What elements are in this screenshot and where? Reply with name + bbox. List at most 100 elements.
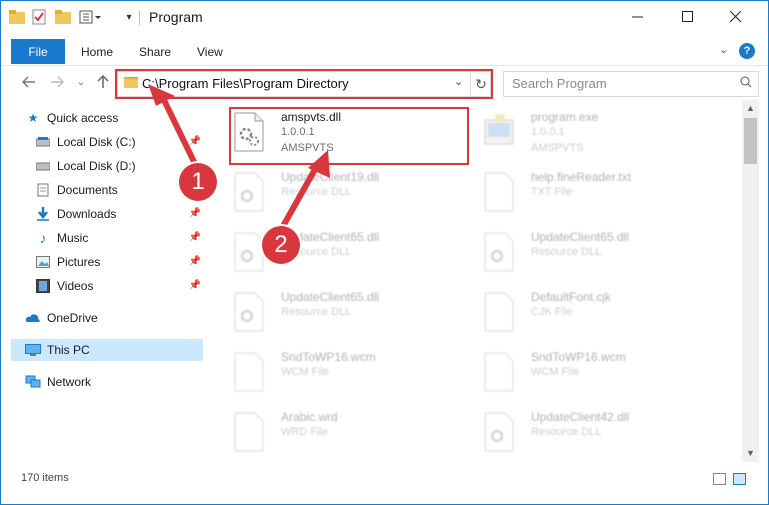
pin-icon: 📌: [188, 208, 201, 219]
title-separator: [139, 11, 140, 25]
details-view-icon[interactable]: [713, 473, 726, 485]
address-path: C:\Program Files\Program Directory: [142, 76, 349, 91]
sidebar-item-label: Documents: [57, 183, 118, 197]
sidebar-item-label: Quick access: [47, 111, 119, 125]
address-bar[interactable]: C:\Program Files\Program Directory ⌄ ↻: [117, 71, 491, 97]
pc-icon: [25, 343, 41, 357]
pin-icon: 📌: [188, 136, 201, 147]
dll-file-icon: [234, 172, 264, 212]
file-type: CJK File: [531, 306, 573, 318]
navigation-bar: ⌄ C:\Program Files\Program Directory ⌄ ↻…: [1, 65, 768, 100]
search-input[interactable]: Search Program: [503, 71, 759, 97]
sidebar-item-downloads[interactable]: Downloads 📌: [11, 203, 203, 225]
status-bar: 170 items: [1, 464, 768, 494]
recent-locations-icon[interactable]: ⌄: [71, 72, 91, 92]
forward-button[interactable]: [47, 72, 67, 92]
properties-icon[interactable]: [31, 9, 47, 25]
sidebar-item-music[interactable]: ♪ Music 📌: [11, 227, 203, 249]
navigation-pane: ★ Quick access Local Disk (C:) 📌 Local D…: [1, 100, 207, 462]
file-name: UpdateClient65.dll: [531, 230, 630, 244]
dll-file-icon: [234, 232, 264, 272]
cloud-icon: [25, 311, 41, 325]
file-item[interactable]: DefaultFont.cjk CJK File: [483, 288, 723, 346]
tab-file[interactable]: File: [11, 39, 65, 64]
sidebar-item-pictures[interactable]: Pictures 📌: [11, 251, 203, 273]
file-type: Resource DLL: [281, 306, 352, 318]
tab-view[interactable]: View: [197, 45, 223, 59]
sidebar-item-label: Local Disk (C:): [57, 135, 136, 149]
dll-file-icon: [234, 292, 264, 332]
file-name: DefaultFont.cjk: [531, 290, 612, 304]
sidebar-item-onedrive[interactable]: OneDrive: [11, 307, 203, 329]
sidebar-item-label: Videos: [57, 279, 94, 293]
file-item[interactable]: UpdateClient19.dll Resource DLL: [233, 168, 473, 226]
search-placeholder: Search Program: [512, 76, 607, 91]
file-item[interactable]: UpdateClient65.dll Resource DLL: [483, 228, 723, 286]
chevron-down-icon[interactable]: ⌄: [719, 43, 728, 56]
file-name: UpdateClient65.dll: [281, 290, 380, 304]
file-type: WCM File: [531, 366, 580, 378]
sidebar-item-label: Music: [57, 231, 89, 245]
file-item[interactable]: SndToWP16.wcm WCM File: [233, 348, 473, 406]
scroll-up-icon[interactable]: ▲: [746, 103, 755, 113]
refresh-icon[interactable]: ↻: [470, 72, 491, 96]
sidebar-item-documents[interactable]: Documents: [11, 179, 203, 201]
file-name: Arabic.wrd: [281, 410, 338, 424]
star-icon: ★: [27, 111, 39, 125]
file-version: 1.0.0.1: [531, 126, 565, 138]
new-folder-icon[interactable]: [55, 9, 71, 25]
sidebar-item-videos[interactable]: Videos 📌: [11, 275, 203, 297]
help-button[interactable]: ?: [739, 43, 755, 59]
file-name: program.exe: [531, 110, 599, 124]
file-name: help.fineReader.txt: [531, 170, 632, 184]
network-icon: [25, 375, 41, 389]
maximize-button[interactable]: [665, 1, 711, 33]
large-icons-view-icon[interactable]: [733, 473, 746, 485]
file-type: WRD File: [281, 426, 329, 438]
back-button[interactable]: [19, 72, 39, 92]
window-title: Program: [149, 9, 203, 25]
file-type: Resource DLL: [531, 426, 602, 438]
pictures-icon: [35, 255, 51, 269]
item-count: 170 items: [21, 472, 69, 484]
sidebar-item-label: Network: [47, 375, 92, 389]
scroll-down-icon[interactable]: ▼: [746, 448, 755, 458]
sidebar-item-local-disk-c[interactable]: Local Disk (C:) 📌: [11, 131, 203, 153]
pin-icon: 📌: [188, 280, 201, 291]
file-item-program-exe[interactable]: program.exe 1.0.0.1 AMSPVTS: [483, 108, 723, 166]
vertical-scrollbar[interactable]: ▲ ▼: [742, 100, 759, 462]
explorer-window: ▾ Program File Home Share View ⌄ ? ⌄ C:\…: [0, 0, 769, 505]
file-type: TXT File: [531, 186, 573, 198]
up-button[interactable]: [93, 72, 113, 92]
customize-toolbar-icon[interactable]: [79, 9, 103, 25]
tab-home[interactable]: Home: [81, 45, 113, 59]
sidebar-item-label: OneDrive: [47, 311, 98, 325]
folder-icon: [9, 9, 25, 25]
file-type: WCM File: [281, 366, 330, 378]
music-icon: ♪: [39, 230, 47, 246]
sidebar-item-local-disk-d[interactable]: Local Disk (D:): [11, 155, 203, 177]
file-item[interactable]: UpdateClient42.dll Resource DLL: [483, 408, 723, 466]
folder-icon: [124, 77, 138, 88]
close-button[interactable]: [713, 1, 759, 33]
file-item[interactable]: help.fineReader.txt TXT File: [483, 168, 723, 226]
title-bar: ▾ Program: [1, 1, 768, 33]
file-item[interactable]: Arabic.wrd WRD File: [233, 408, 473, 466]
file-item[interactable]: UpdateClient65.dll Resource DLL: [233, 288, 473, 346]
generic-file-icon: [234, 352, 264, 392]
step-badge-1: 1: [179, 163, 217, 201]
file-name: UpdateClient42.dll: [531, 410, 630, 424]
dropdown-icon[interactable]: ▾: [123, 9, 135, 25]
minimize-button[interactable]: [615, 1, 661, 33]
sidebar-item-this-pc[interactable]: This PC: [11, 339, 203, 361]
tab-share[interactable]: Share: [139, 45, 171, 59]
sidebar-item-network[interactable]: Network: [11, 371, 203, 393]
search-icon: [740, 76, 752, 91]
videos-icon: [35, 279, 51, 293]
file-item[interactable]: SndToWP16.wcm WCM File: [483, 348, 723, 406]
text-file-icon: [484, 172, 514, 212]
pin-icon: 📌: [188, 232, 201, 243]
sidebar-item-quick-access[interactable]: ★ Quick access: [11, 107, 203, 129]
scroll-thumb[interactable]: [744, 118, 757, 164]
chevron-down-icon[interactable]: ⌄: [454, 75, 463, 88]
